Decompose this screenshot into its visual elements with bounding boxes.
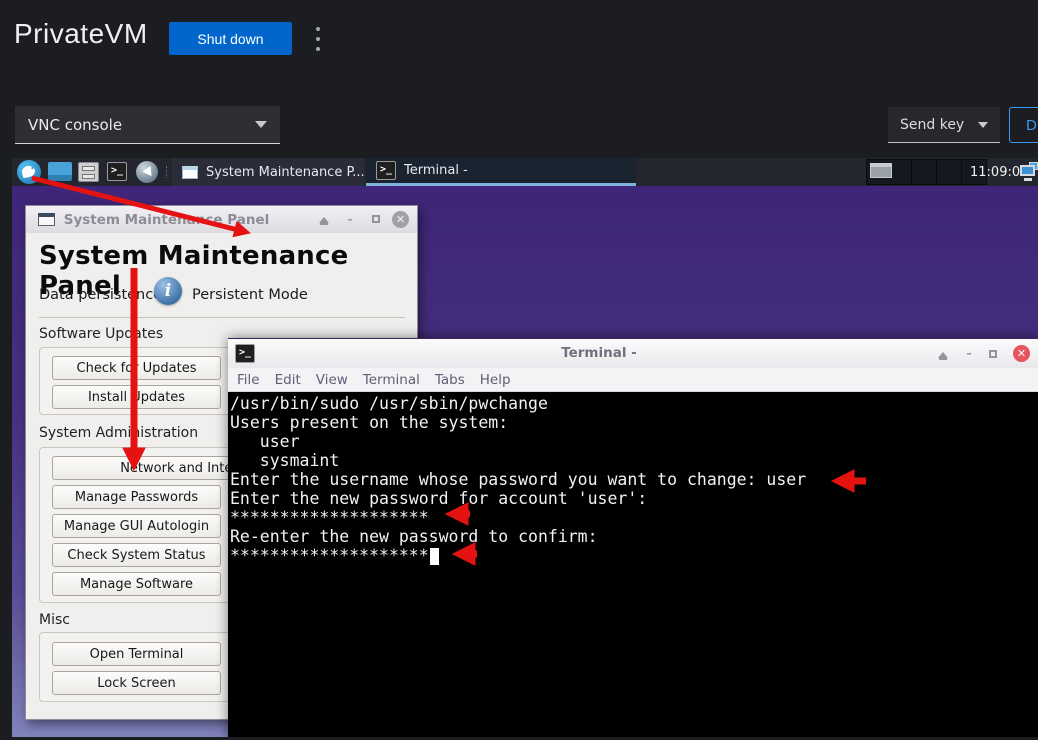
taskbar-item-label: System Maintenance P... <box>206 165 364 180</box>
display-settings-icon[interactable] <box>48 162 72 181</box>
window-titlebar[interactable]: System Maintenance Panel – ✕ <box>26 206 417 233</box>
window-titlebar[interactable]: >_ Terminal - – ✕ <box>228 339 1038 368</box>
terminal-window: >_ Terminal - – ✕ File Edit View Termina… <box>228 338 1038 737</box>
disconnect-button[interactable]: D <box>1009 107 1038 143</box>
terminal-line: Users present on the system: <box>230 413 1038 432</box>
shade-button[interactable] <box>934 346 952 363</box>
shutdown-button[interactable]: Shut down <box>169 22 292 55</box>
minimize-button[interactable]: – <box>960 345 978 362</box>
manage-gui-autologin-button[interactable]: Manage GUI Autologin <box>52 514 221 538</box>
divider <box>39 317 405 318</box>
manage-software-button[interactable]: Manage Software <box>52 572 221 596</box>
taskbar-item-maintenance-panel[interactable]: System Maintenance P... <box>172 158 364 186</box>
kebab-menu-icon[interactable] <box>311 27 325 51</box>
send-key-label: Send key <box>900 117 964 133</box>
chevron-down-icon <box>978 122 988 128</box>
display-tray-icon[interactable] <box>1020 162 1038 182</box>
install-updates-button[interactable]: Install Updates <box>52 385 221 409</box>
console-type-select[interactable]: VNC console <box>15 106 280 144</box>
terminal-menubar: File Edit View Terminal Tabs Help <box>228 368 1038 392</box>
manage-passwords-button[interactable]: Manage Passwords <box>52 485 221 509</box>
check-updates-button[interactable]: Check for Updates <box>52 356 221 380</box>
window-icon <box>182 166 198 179</box>
terminal-launcher-icon[interactable]: >_ <box>107 162 127 181</box>
menu-help[interactable]: Help <box>480 372 511 388</box>
send-key-dropdown[interactable]: Send key <box>888 107 1000 143</box>
menu-terminal[interactable]: Terminal <box>363 372 420 388</box>
workspace-2[interactable] <box>912 159 937 185</box>
web-browser-icon[interactable] <box>136 161 158 183</box>
menu-view[interactable]: View <box>316 372 348 388</box>
chevron-down-icon <box>255 121 267 128</box>
taskbar-separator <box>166 166 169 178</box>
window-title: System Maintenance Panel <box>26 212 307 228</box>
workspace-switcher[interactable] <box>866 159 987 185</box>
window-title: Terminal - <box>228 345 970 361</box>
taskbar-item-terminal[interactable]: >_ Terminal - <box>366 158 636 186</box>
workspace-window-thumb <box>870 163 892 178</box>
terminal-line: sysmaint <box>230 451 1038 470</box>
check-system-status-button[interactable]: Check System Status <box>52 543 221 567</box>
maximize-button[interactable] <box>984 346 1002 363</box>
vnc-console-display[interactable]: >_ System Maintenance P... >_ Terminal -… <box>12 158 1038 737</box>
page-title: PrivateVM <box>14 18 148 50</box>
maximize-button[interactable] <box>367 211 385 228</box>
info-icon: i <box>154 277 182 305</box>
terminal-line: user <box>230 432 1038 451</box>
persistence-label: Data persistence: <box>39 287 167 303</box>
shade-button[interactable] <box>315 211 333 228</box>
terminal-icon: >_ <box>376 161 396 180</box>
close-button[interactable]: ✕ <box>1013 345 1030 362</box>
terminal-line-password-confirm: ******************** <box>230 546 1038 565</box>
menu-edit[interactable]: Edit <box>275 372 301 388</box>
workspace-1[interactable] <box>866 159 912 185</box>
terminal-line: /usr/bin/sudo /usr/sbin/pwchange <box>230 394 1038 413</box>
taskbar: >_ System Maintenance P... >_ Terminal -… <box>12 158 1038 186</box>
minimize-button[interactable]: – <box>341 211 359 228</box>
workspace-3[interactable] <box>937 159 962 185</box>
terminal-line-password: ******************** <box>230 508 1038 527</box>
terminal-cursor <box>430 548 439 565</box>
open-terminal-button[interactable]: Open Terminal <box>52 642 221 666</box>
close-button[interactable]: ✕ <box>392 211 409 228</box>
terminal-line: Enter the username whose password you wa… <box>230 470 1038 489</box>
app-menu-icon[interactable] <box>17 160 41 184</box>
lock-screen-button[interactable]: Lock Screen <box>52 671 221 695</box>
menu-tabs[interactable]: Tabs <box>435 372 465 388</box>
menu-file[interactable]: File <box>237 372 260 388</box>
terminal-line: Re-enter the new password to confirm: <box>230 527 1038 546</box>
taskbar-item-label: Terminal - <box>404 163 468 178</box>
console-type-value: VNC console <box>28 116 122 134</box>
terminal-output[interactable]: /usr/bin/sudo /usr/sbin/pwchange Users p… <box>228 392 1038 737</box>
file-manager-icon[interactable] <box>78 162 99 182</box>
section-label-software-updates: Software Updates <box>39 326 163 342</box>
terminal-line: Enter the new password for account 'user… <box>230 489 1038 508</box>
section-label-system-administration: System Administration <box>39 425 198 441</box>
persistence-value: Persistent Mode <box>192 287 308 303</box>
section-label-misc: Misc <box>39 612 70 628</box>
